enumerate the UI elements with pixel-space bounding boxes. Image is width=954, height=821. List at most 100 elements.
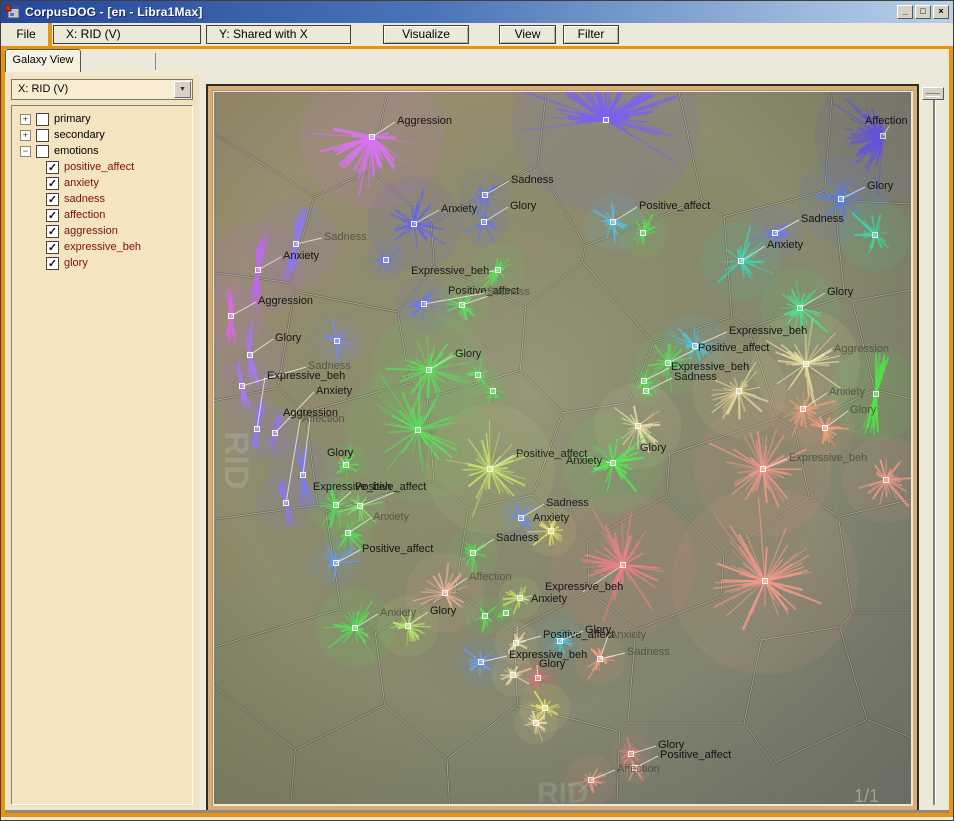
- svg-text:Glory: Glory: [867, 180, 894, 192]
- window-controls: _ □ ×: [897, 5, 949, 19]
- tree-item-label: emotions: [54, 145, 99, 157]
- svg-text:Anxiety: Anxiety: [531, 593, 568, 605]
- checkbox[interactable]: ✓: [46, 177, 59, 190]
- checkbox[interactable]: ✓: [46, 209, 59, 222]
- svg-text:Affection: Affection: [865, 115, 908, 127]
- tree-item-primary[interactable]: + primary: [12, 111, 192, 127]
- tree-item-label: glory: [64, 257, 88, 269]
- toolbar: File X: RID (V) Y: Shared with X Visuali…: [1, 23, 953, 46]
- svg-text:Aggression: Aggression: [834, 343, 889, 355]
- sidebar: X: RID (V) ▼ + primary + secondary − emotions…: [7, 75, 199, 809]
- chevron-down-icon[interactable]: ▼: [174, 81, 191, 98]
- checkbox[interactable]: ✓: [46, 257, 59, 270]
- svg-text:Glory: Glory: [585, 624, 612, 636]
- file-menu[interactable]: File: [7, 25, 45, 44]
- svg-text:Sadness: Sadness: [801, 213, 844, 225]
- tree-item-sadness[interactable]: ✓ sadness: [12, 191, 192, 207]
- expand-icon[interactable]: +: [20, 130, 31, 141]
- tree-item-label: primary: [54, 113, 91, 125]
- tree-item-aggression[interactable]: ✓ aggression: [12, 223, 192, 239]
- svg-text:Affection: Affection: [469, 571, 512, 583]
- checkbox[interactable]: [36, 129, 49, 142]
- tree-item-label: aggression: [64, 225, 118, 237]
- galaxy-svg[interactable]: AggressionAffectionGlorySadnessGloryAnxi…: [214, 92, 911, 804]
- axis-dropdown[interactable]: X: RID (V) ▼: [11, 79, 193, 100]
- tree-item-positive_affect[interactable]: ✓ positive_affect: [12, 159, 192, 175]
- toolbar-accent-divider: [48, 23, 52, 46]
- page-indicator: 1/1: [854, 786, 879, 804]
- collapse-icon[interactable]: −: [20, 146, 31, 157]
- checkbox[interactable]: ✓: [46, 161, 59, 174]
- tree-item-label: secondary: [54, 129, 105, 141]
- svg-text:Expressive_beh: Expressive_beh: [545, 581, 623, 593]
- svg-text:Glory: Glory: [539, 658, 566, 670]
- svg-text:Anxiety: Anxiety: [610, 629, 647, 641]
- galaxy-canvas[interactable]: AggressionAffectionGlorySadnessGloryAnxi…: [214, 92, 911, 804]
- window-title: CorpusDOG - [en - Libra1Max]: [25, 5, 203, 19]
- tree-item-label: expressive_beh: [64, 241, 141, 253]
- svg-text:Affection: Affection: [302, 413, 345, 425]
- svg-text:Expressive_beh: Expressive_beh: [267, 370, 345, 382]
- svg-text:Expressive_beh: Expressive_beh: [789, 452, 867, 464]
- tab-galaxy-view[interactable]: Galaxy View: [5, 49, 81, 72]
- svg-text:Sadness: Sadness: [324, 231, 367, 243]
- visualize-button[interactable]: Visualize: [383, 25, 469, 44]
- svg-text:Glory: Glory: [510, 200, 537, 212]
- checkbox[interactable]: ✓: [46, 193, 59, 206]
- svg-text:Affection: Affection: [617, 763, 660, 775]
- window-bottom-edge: [5, 810, 949, 813]
- svg-text:Positive_affect: Positive_affect: [660, 749, 731, 761]
- view-button[interactable]: View: [499, 25, 556, 44]
- svg-text:Glory: Glory: [455, 348, 482, 360]
- svg-text:Glory: Glory: [275, 332, 302, 344]
- galaxy-view-page: X: RID (V) ▼ + primary + secondary − emotions…: [5, 73, 949, 813]
- tab-strip-divider: [155, 53, 156, 70]
- svg-text:Sadness: Sadness: [627, 646, 670, 658]
- tree-item-anxiety[interactable]: ✓anxiety: [12, 175, 192, 191]
- tree-item-emotions[interactable]: − emotions: [12, 143, 192, 159]
- svg-text:Sadness: Sadness: [487, 286, 530, 298]
- maximize-button[interactable]: □: [915, 5, 931, 19]
- svg-text:Anxiety: Anxiety: [566, 455, 603, 467]
- minimize-button[interactable]: _: [897, 5, 913, 19]
- checkbox[interactable]: [36, 113, 49, 126]
- svg-text:Anxiety: Anxiety: [767, 239, 804, 251]
- tree-item-expressive_beh[interactable]: ✓ expressive_beh: [12, 239, 192, 255]
- svg-text:Positive_affect: Positive_affect: [355, 481, 426, 493]
- tree-item-label: affection: [64, 209, 105, 221]
- tree-item-secondary[interactable]: + secondary: [12, 127, 192, 143]
- svg-text:Glory: Glory: [327, 447, 354, 459]
- category-tree[interactable]: + primary + secondary − emotions ✓ positive_aff…: [11, 105, 193, 805]
- svg-text:Expressive_beh: Expressive_beh: [411, 265, 489, 277]
- zoom-slider-track[interactable]: [933, 89, 936, 805]
- content-area: DOG View Galaxy View X: RID (V) ▼ +prima…: [1, 49, 953, 817]
- tree-item-label: sadness: [64, 193, 105, 205]
- svg-text:Glory: Glory: [430, 605, 457, 617]
- zoom-slider-handle[interactable]: [922, 87, 944, 100]
- watermark-rid-vertical: RID: [217, 431, 255, 490]
- tree-item-affection[interactable]: ✓ affection: [12, 207, 192, 223]
- svg-text:Aggression: Aggression: [258, 295, 313, 307]
- svg-text:Sadness: Sadness: [546, 497, 589, 509]
- filter-button[interactable]: Filter: [563, 25, 619, 44]
- y-axis-field[interactable]: Y: Shared with X: [206, 25, 351, 44]
- title-bar[interactable]: CorpusDOG - [en - Libra1Max] _ □ ×: [1, 1, 953, 23]
- svg-text:Aggression: Aggression: [397, 115, 452, 127]
- svg-text:Expressive_beh: Expressive_beh: [729, 325, 807, 337]
- svg-text:Anxiety: Anxiety: [829, 386, 866, 398]
- tree-item-label: positive_affect: [64, 161, 134, 173]
- close-button[interactable]: ×: [933, 5, 949, 19]
- svg-text:Sadness: Sadness: [674, 371, 717, 383]
- checkbox[interactable]: ✓: [46, 225, 59, 238]
- svg-text:Sadness: Sadness: [511, 174, 554, 186]
- svg-text:Anxiety: Anxiety: [441, 203, 478, 215]
- checkbox[interactable]: ✓: [46, 241, 59, 254]
- svg-text:Anxiety: Anxiety: [373, 511, 410, 523]
- svg-text:Glory: Glory: [850, 404, 877, 416]
- galaxy-viz-frame: AggressionAffectionGlorySadnessGloryAnxi…: [206, 84, 919, 812]
- tree-item-glory[interactable]: ✓ glory: [12, 255, 192, 271]
- x-axis-field[interactable]: X: RID (V): [53, 25, 201, 44]
- expand-icon[interactable]: +: [20, 114, 31, 125]
- svg-text:Positive_affect: Positive_affect: [362, 543, 433, 555]
- checkbox[interactable]: [36, 145, 49, 158]
